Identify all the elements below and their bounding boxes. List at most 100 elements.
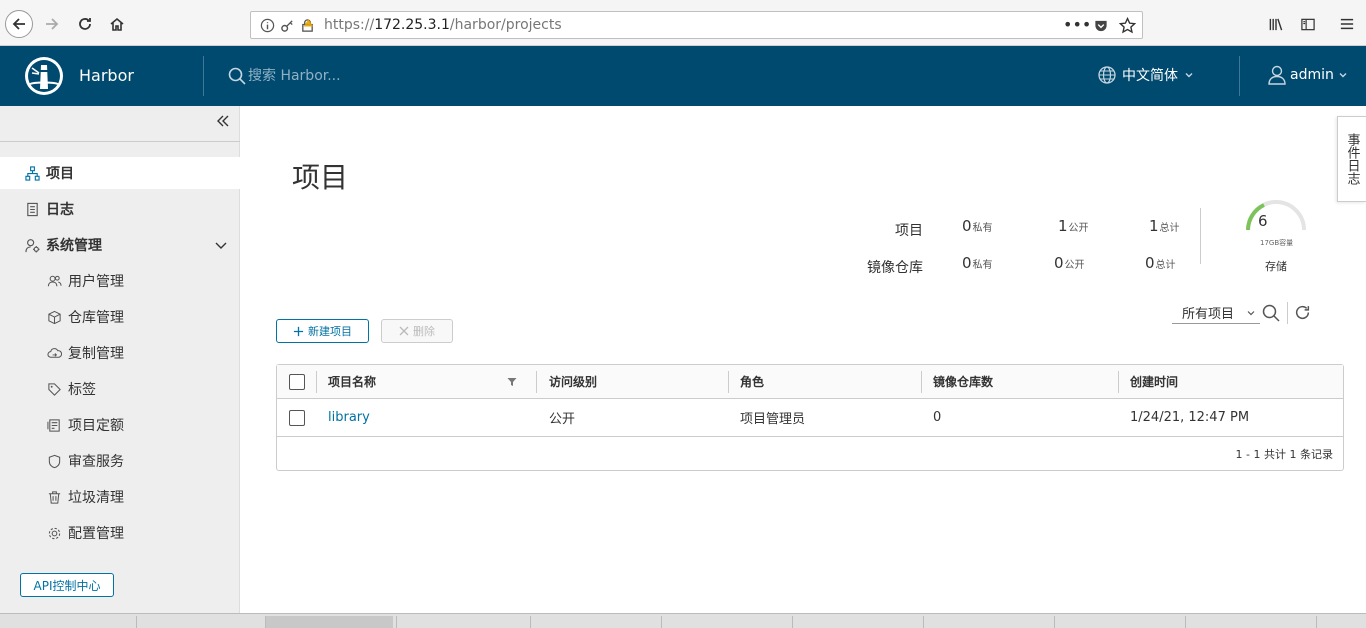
- column-header-access[interactable]: 访问级别: [549, 365, 597, 398]
- project-filter-value: 所有项目: [1182, 307, 1235, 322]
- taskbar-item[interactable]: [396, 616, 526, 628]
- global-search-input[interactable]: [248, 64, 548, 88]
- sidebar-item-labels[interactable]: 标签: [0, 373, 240, 405]
- taskbar-item[interactable]: [923, 616, 1051, 628]
- taskbar-item[interactable]: [661, 616, 789, 628]
- sidebar-toggle-icon[interactable]: [1300, 17, 1316, 32]
- project-filter-select[interactable]: 所有项目: [1172, 302, 1260, 324]
- projects-table: 项目名称 访问级别 角色 镜像仓库数 创建时间 library 公开 项目管理员…: [276, 364, 1344, 471]
- users-icon: [46, 273, 62, 289]
- taskbar-item-active[interactable]: [265, 616, 393, 628]
- stats-repos-label: 镜像仓库: [867, 260, 923, 276]
- insecure-lock-icon[interactable]: [300, 18, 315, 33]
- refresh-icon[interactable]: [1294, 304, 1311, 321]
- taskbar-item[interactable]: [530, 616, 658, 628]
- sidebar-item-label: 标签: [68, 382, 96, 398]
- select-all-checkbox[interactable]: [289, 373, 305, 390]
- taskbar-item[interactable]: [1054, 616, 1182, 628]
- info-icon[interactable]: [260, 18, 275, 33]
- language-label: 中文简体: [1122, 68, 1178, 84]
- sidebar-item-users[interactable]: 用户管理: [0, 265, 240, 297]
- sidebar-item-gc[interactable]: 垃圾清理: [0, 481, 240, 513]
- new-project-label: 新建项目: [308, 325, 352, 338]
- column-header-repo-count[interactable]: 镜像仓库数: [933, 365, 993, 398]
- reload-button[interactable]: [71, 10, 99, 38]
- sidebar-item-label: 配置管理: [68, 526, 124, 542]
- sidebar-item-label: 垃圾清理: [68, 490, 124, 506]
- sidebar-item-label: 项目: [46, 166, 74, 182]
- header-divider: [1239, 56, 1240, 96]
- table-footer: 1 - 1 共计 1 条记录: [1235, 448, 1333, 461]
- page-actions-icon[interactable]: •••: [1063, 15, 1091, 34]
- repos-total-count: 0总计: [1145, 254, 1176, 272]
- box-icon: [46, 309, 62, 325]
- shield-icon: [46, 453, 62, 469]
- browser-toolbar: https://172.25.3.1/harbor/projects •••: [0, 0, 1366, 46]
- close-icon: [399, 326, 409, 336]
- api-explorer-button[interactable]: API控制中心: [20, 573, 114, 597]
- delete-label: 删除: [413, 325, 435, 338]
- chevron-down-icon: [1247, 311, 1255, 316]
- log-icon: [24, 201, 40, 217]
- filter-icon[interactable]: [507, 377, 517, 387]
- sidebar-item-label: 审查服务: [68, 454, 124, 470]
- taskbar-item[interactable]: [792, 616, 920, 628]
- home-button[interactable]: [103, 10, 131, 38]
- table-header: 项目名称 访问级别 角色 镜像仓库数 创建时间: [277, 365, 1343, 399]
- quota-icon: [46, 417, 62, 433]
- app-header: Harbor 中文简体 admin: [0, 46, 1366, 106]
- sidebar-item-label: 日志: [46, 202, 74, 218]
- repos-public-count: 0公开: [1054, 254, 1085, 272]
- cloud-icon: [46, 345, 62, 361]
- sidebar-item-quotas[interactable]: 项目定额: [0, 409, 240, 441]
- sidebar-item-config[interactable]: 配置管理: [0, 517, 240, 549]
- harbor-logo-icon[interactable]: [24, 56, 64, 96]
- forward-button[interactable]: [38, 10, 66, 38]
- trash-icon: [46, 489, 62, 505]
- new-project-button[interactable]: 新建项目: [276, 319, 369, 343]
- column-header-created[interactable]: 创建时间: [1130, 365, 1178, 398]
- column-header-role[interactable]: 角色: [740, 365, 764, 398]
- sidebar-item-interrogation[interactable]: 审查服务: [0, 445, 240, 477]
- back-button[interactable]: [5, 10, 33, 38]
- project-name-link[interactable]: library: [328, 399, 370, 436]
- double-chevron-left-icon[interactable]: [216, 114, 230, 128]
- column-divider: [921, 371, 922, 393]
- language-selector[interactable]: 中文简体: [1098, 65, 1194, 85]
- delete-button[interactable]: 删除: [381, 319, 453, 343]
- address-bar[interactable]: https://172.25.3.1/harbor/projects •••: [250, 11, 1143, 39]
- sidebar-item-admin[interactable]: 系统管理: [0, 229, 240, 261]
- search-icon[interactable]: [1262, 304, 1280, 322]
- sidebar-collapse-row: [0, 106, 240, 142]
- taskbar-item[interactable]: [136, 616, 262, 628]
- column-header-name[interactable]: 项目名称: [328, 365, 376, 398]
- taskbar-pager[interactable]: [1316, 616, 1366, 628]
- sidebar-item-registries[interactable]: 仓库管理: [0, 301, 240, 333]
- event-log-tab[interactable]: 事件日志: [1337, 116, 1366, 202]
- brand-name[interactable]: Harbor: [79, 66, 134, 85]
- pocket-icon[interactable]: [1093, 18, 1109, 33]
- library-icon[interactable]: [1268, 17, 1284, 32]
- home-icon: [110, 17, 124, 31]
- storage-capacity: 17GB容量: [1260, 239, 1294, 247]
- sidebar-item-label: 仓库管理: [68, 310, 124, 326]
- chevron-down-icon[interactable]: [214, 238, 228, 252]
- sidebar-item-replications[interactable]: 复制管理: [0, 337, 240, 369]
- stats-projects-label: 项目: [895, 223, 923, 239]
- project-repo-count: 0: [933, 410, 942, 425]
- sidebar-item-label: 复制管理: [68, 346, 124, 362]
- bookmark-star-icon[interactable]: [1119, 17, 1136, 34]
- row-checkbox[interactable]: [289, 409, 305, 426]
- taskbar-item[interactable]: [1185, 616, 1313, 628]
- sidebar-item-projects[interactable]: 项目: [0, 157, 240, 189]
- main-content: 项目 事件日志 项目 镜像仓库 0私有 1公开 1总计 0私有 0公开 0总计 …: [241, 106, 1366, 613]
- toolbar-divider: [1287, 302, 1288, 324]
- sidebar: 项目 日志 系统管理 用户管理 仓库管理 复制管理 标签 项目定额 审查服务 垃…: [0, 106, 240, 613]
- key-icon[interactable]: [280, 18, 295, 33]
- storage-gauge: [1246, 200, 1306, 231]
- reload-icon: [79, 18, 91, 30]
- project-icon: [24, 165, 40, 181]
- menu-icon[interactable]: [1340, 17, 1354, 31]
- user-menu[interactable]: admin: [1268, 65, 1348, 85]
- sidebar-item-logs[interactable]: 日志: [0, 193, 240, 225]
